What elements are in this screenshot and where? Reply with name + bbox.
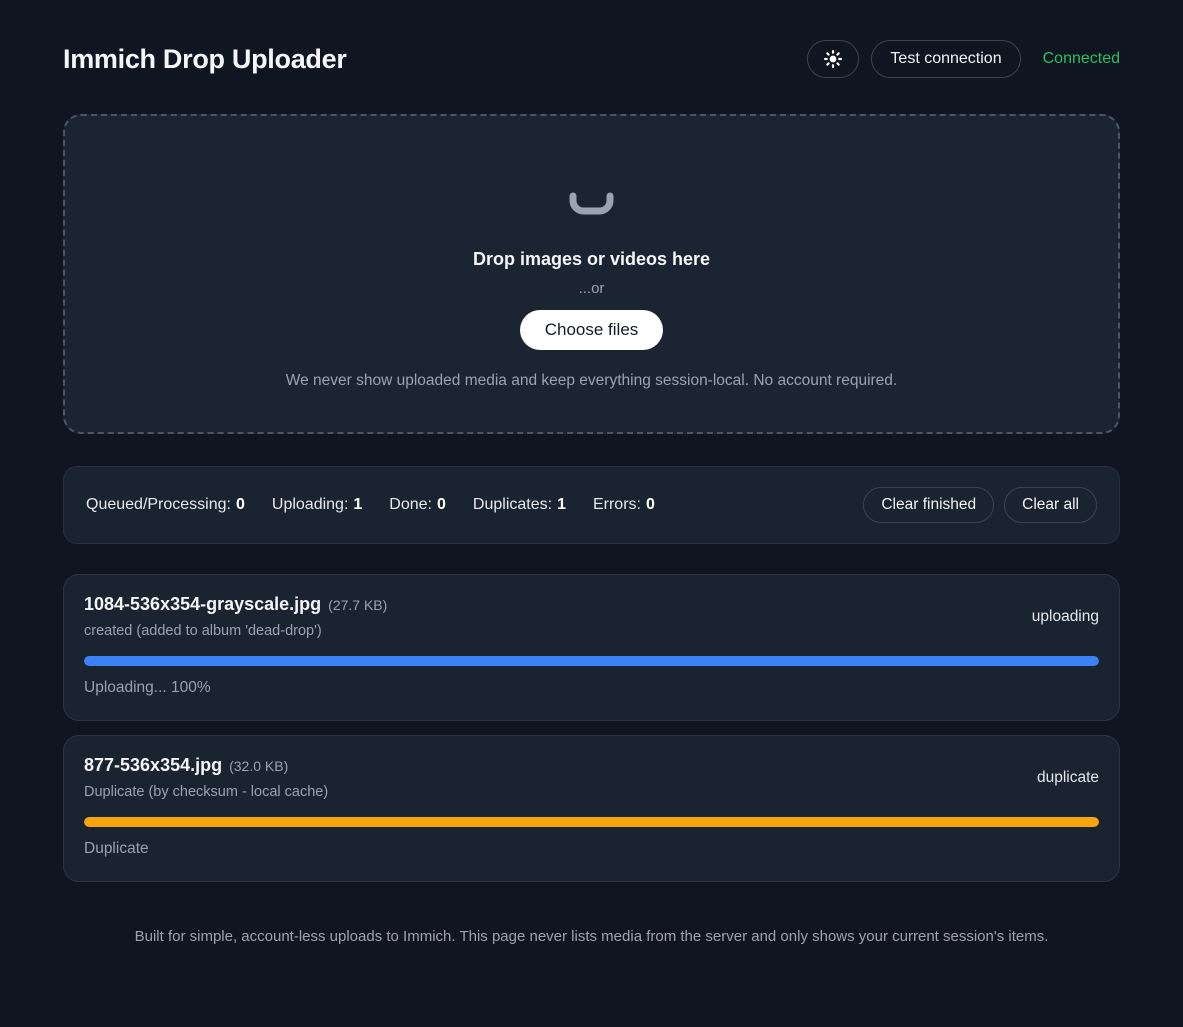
stat-label: Queued/Processing: — [86, 496, 231, 513]
dropzone-or-text: ...or — [579, 280, 605, 297]
stat-label: Done: — [389, 496, 432, 513]
file-line: 1084-536x354-grayscale.jpg (27.7 KB) crea… — [84, 594, 387, 639]
file-size: (27.7 KB) — [328, 597, 387, 613]
stat-value: 0 — [646, 496, 655, 513]
choose-files-button[interactable]: Choose files — [520, 310, 664, 350]
file-detail: created (added to album 'dead-drop') — [84, 623, 387, 639]
progress-bar — [84, 817, 1099, 827]
upload-card: 1084-536x354-grayscale.jpg (27.7 KB) crea… — [63, 574, 1120, 721]
clear-finished-button[interactable]: Clear finished — [863, 487, 994, 524]
file-name: 1084-536x354-grayscale.jpg — [84, 594, 321, 614]
stat-label: Uploading: — [272, 496, 349, 513]
sun-icon — [823, 49, 843, 69]
stat-label: Errors: — [593, 496, 641, 513]
status-badge: uploading — [1032, 608, 1099, 626]
page-title: Immich Drop Uploader — [63, 44, 347, 75]
stat-label: Duplicates: — [473, 496, 552, 513]
header: Immich Drop Uploader — [63, 40, 1120, 78]
file-line: 877-536x354.jpg (32.0 KB) Duplicate (by c… — [84, 755, 328, 800]
stat-item: Queued/Processing: 0 — [86, 496, 245, 514]
progress-text: Duplicate — [84, 840, 1099, 858]
status-badge: duplicate — [1037, 769, 1099, 787]
stat-value: 1 — [353, 496, 362, 513]
dropzone[interactable]: Drop images or videos here ...or Choose … — [63, 114, 1120, 434]
stats-actions: Clear finished Clear all — [863, 487, 1097, 524]
file-size: (32.0 KB) — [229, 758, 288, 774]
privacy-note: We never show uploaded media and keep ev… — [286, 372, 897, 390]
connection-status: Connected — [1043, 50, 1120, 68]
footer-note: Built for simple, account-less uploads t… — [63, 928, 1120, 985]
stat-value: 0 — [437, 496, 446, 513]
progress-track — [84, 817, 1099, 827]
file-detail: Duplicate (by checksum - local cache) — [84, 784, 328, 800]
clear-all-button[interactable]: Clear all — [1004, 487, 1097, 524]
dropzone-title: Drop images or videos here — [473, 249, 710, 270]
upload-list: 1084-536x354-grayscale.jpg (27.7 KB) crea… — [63, 574, 1120, 882]
main-container: Immich Drop Uploader — [63, 0, 1120, 985]
stat-item: Done: 0 — [389, 496, 446, 514]
test-connection-button[interactable]: Test connection — [871, 40, 1020, 77]
upload-card-header: 1084-536x354-grayscale.jpg (27.7 KB) crea… — [84, 594, 1099, 639]
upload-tray-icon — [568, 192, 615, 219]
stat-item: Uploading:1 — [272, 496, 362, 514]
header-actions: Test connection Connected — [807, 40, 1120, 78]
stat-value: 1 — [557, 496, 566, 513]
theme-toggle-button[interactable] — [807, 40, 859, 78]
stats-list: Queued/Processing:0 Uploading:1 Done:0 D… — [86, 496, 655, 514]
upload-card: 877-536x354.jpg (32.0 KB) Duplicate (by c… — [63, 735, 1120, 882]
progress-track — [84, 656, 1099, 666]
progress-bar — [84, 656, 1099, 666]
stat-item: Errors: 0 — [593, 496, 655, 514]
stats-bar: Queued/Processing:0 Uploading:1 Done:0 D… — [63, 466, 1120, 544]
stat-item: Duplicates: 1 — [473, 496, 566, 514]
progress-text: Uploading... 100% — [84, 679, 1099, 697]
file-name: 877-536x354.jpg — [84, 755, 222, 775]
upload-card-header: 877-536x354.jpg (32.0 KB) Duplicate (by c… — [84, 755, 1099, 800]
stat-value: 0 — [236, 496, 245, 513]
